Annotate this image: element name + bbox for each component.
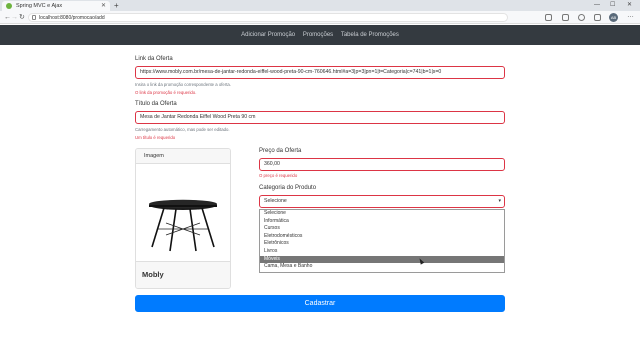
- link-error-text: O link da promoção é requerido.: [135, 90, 197, 95]
- url-field[interactable]: localhost:8080/promocao/add: [28, 13, 508, 22]
- site-name: Mobly: [136, 261, 230, 288]
- title-label: Título da Oferta: [135, 101, 177, 107]
- nav-promotions[interactable]: Promoções: [303, 32, 333, 38]
- title-input[interactable]: Mesa de Jantar Redonda Eiffel Wood Preta…: [135, 111, 505, 124]
- price-error-text: O preço é requerido: [259, 173, 298, 178]
- minimize-icon[interactable]: —: [594, 0, 600, 10]
- title-help-text: Carregamento automático, mas pode ser ed…: [135, 127, 230, 132]
- link-input[interactable]: https://www.mobly.com.br/mesa-de-jantar-…: [135, 66, 505, 79]
- category-dropdown-list: Selecione Informática Cursos Eletrodomés…: [259, 209, 505, 273]
- tab-title: Spring MVC e Ajax: [16, 3, 63, 9]
- submit-button[interactable]: Cadastrar: [135, 295, 505, 312]
- link-label: Link da Oferta: [135, 56, 173, 62]
- forward-icon[interactable]: →: [11, 11, 18, 24]
- link-help-text: Insira o link da promoção correspondente…: [135, 82, 232, 87]
- collections-icon[interactable]: [562, 14, 569, 21]
- title-error-text: Um título é requerido: [135, 135, 176, 140]
- category-option-highlighted[interactable]: Móveis: [260, 255, 504, 264]
- spring-favicon-icon: [6, 3, 12, 9]
- reload-icon[interactable]: ↻: [19, 11, 25, 24]
- browser-essentials-icon[interactable]: [578, 14, 585, 21]
- price-input[interactable]: 360,00: [259, 158, 505, 171]
- back-icon[interactable]: ←: [4, 11, 11, 24]
- nav-add-promotion[interactable]: Adicionar Promoção: [241, 32, 295, 38]
- product-image: [136, 165, 230, 260]
- browser-tab-strip: Spring MVC e Ajax ✕ + — ☐ ✕: [0, 0, 640, 11]
- app-navbar: Adicionar Promoção Promoções Tabela de P…: [0, 25, 640, 45]
- category-selected-value: Selecione: [264, 198, 287, 204]
- address-bar: ← → ↻ localhost:8080/promocao/add AB …: [0, 11, 640, 24]
- new-tab-icon[interactable]: +: [114, 0, 119, 11]
- tab-close-icon[interactable]: ✕: [101, 1, 106, 11]
- browser-menu-icon[interactable]: …: [627, 9, 634, 22]
- image-card-header: Imagem: [136, 149, 230, 164]
- maximize-icon[interactable]: ☐: [610, 0, 615, 10]
- category-option[interactable]: Cama, Mesa e Banho: [260, 263, 504, 271]
- profile-avatar[interactable]: AB: [609, 13, 618, 22]
- extensions-icon[interactable]: [594, 14, 601, 21]
- browser-tab[interactable]: Spring MVC e Ajax ✕: [2, 1, 110, 11]
- chevron-down-icon: ▾: [498, 198, 501, 204]
- category-option[interactable]: Eletrodomésticos: [260, 233, 504, 241]
- image-card: Imagem Mobly: [135, 148, 231, 289]
- category-option[interactable]: Livros: [260, 248, 504, 256]
- category-option[interactable]: Cursos: [260, 225, 504, 233]
- category-option[interactable]: Eletrônicos: [260, 240, 504, 248]
- category-option[interactable]: Selecione: [260, 210, 504, 218]
- category-select[interactable]: Selecione ▾: [259, 195, 505, 208]
- category-label: Categoria do Produto: [259, 185, 317, 191]
- nav-promotions-table[interactable]: Tabela de Promoções: [341, 32, 399, 38]
- url-text: localhost:8080/promocao/add: [39, 15, 105, 21]
- site-info-icon[interactable]: [32, 15, 36, 20]
- category-option[interactable]: Informática: [260, 218, 504, 226]
- favorites-icon[interactable]: [545, 14, 552, 21]
- price-label: Preço da Oferta: [259, 148, 302, 154]
